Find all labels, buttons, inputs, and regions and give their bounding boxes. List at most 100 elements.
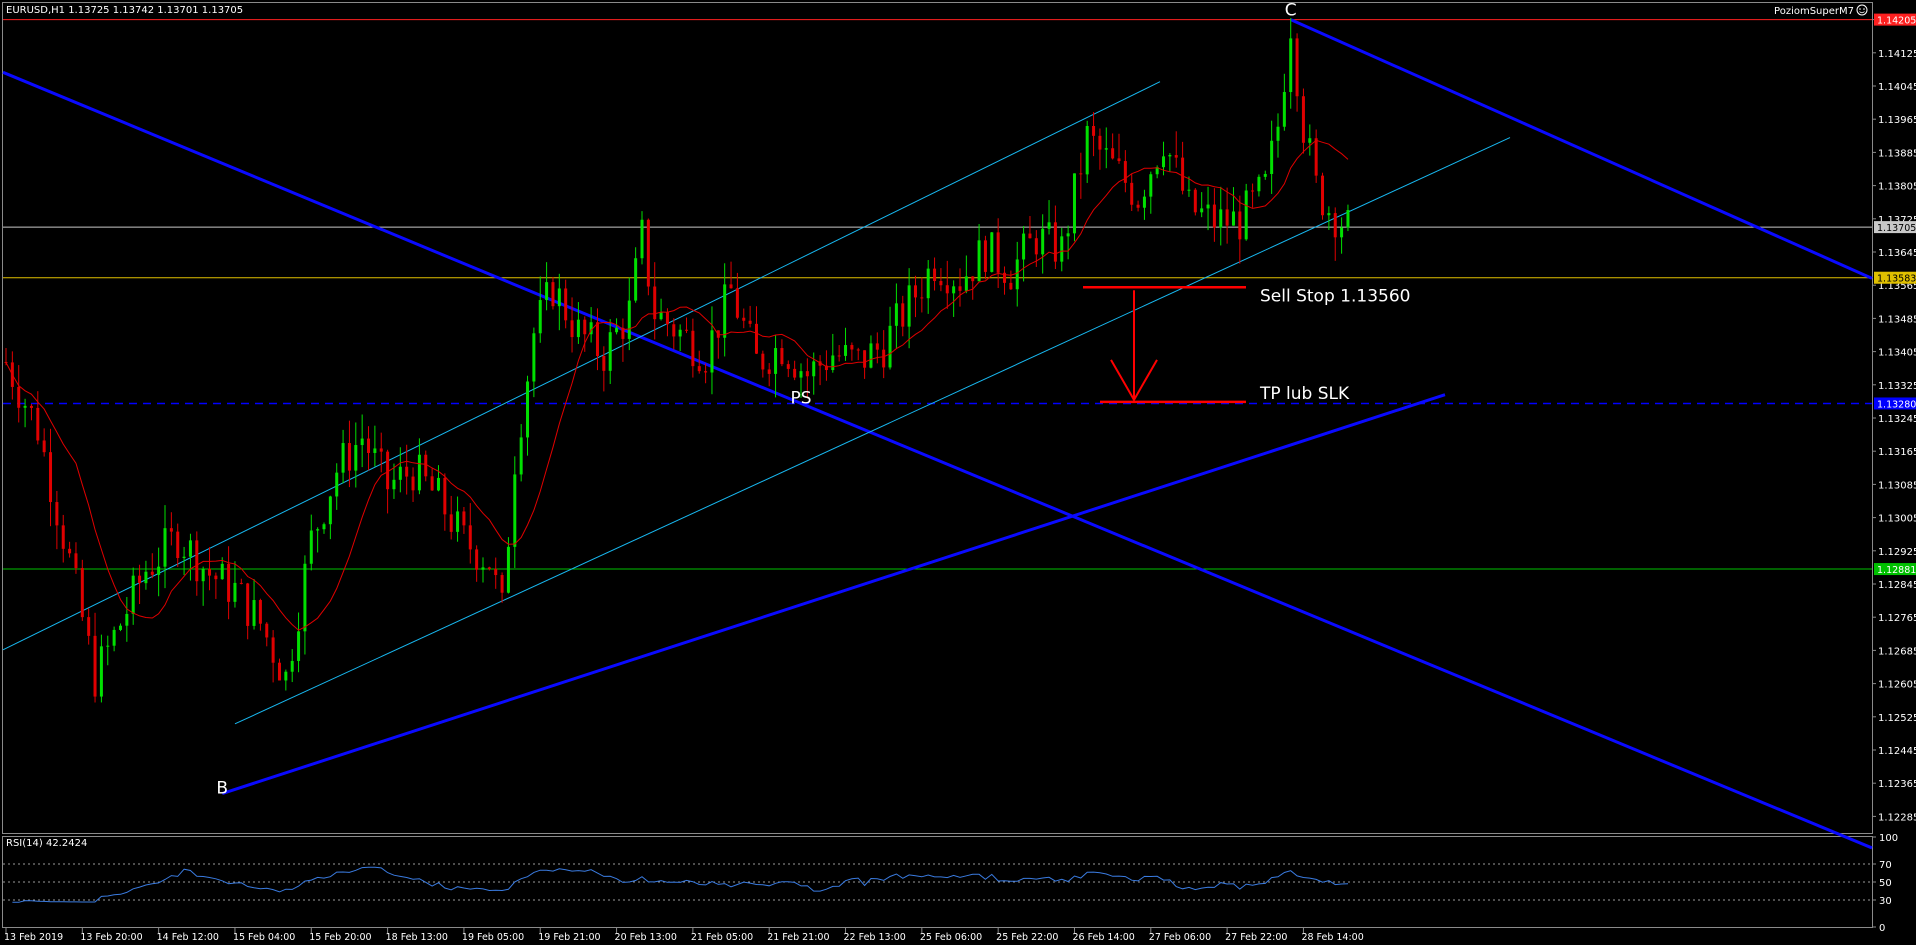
candle-body [138, 575, 142, 584]
price-tick-label: 1.12605 [1878, 680, 1916, 691]
trend-lines [2, 18, 1873, 850]
candle-body [551, 282, 555, 307]
candle-body [513, 474, 517, 547]
candle-body [1009, 282, 1013, 290]
candle-body [335, 472, 339, 497]
price-tick-label: 1.12285 [1878, 812, 1916, 823]
candle-body [646, 219, 650, 287]
candle-body [1028, 233, 1032, 239]
point-label-b: B [216, 779, 228, 799]
candle-body [347, 443, 351, 471]
candle-body [112, 629, 116, 646]
candle-body [704, 371, 708, 373]
candle-body [265, 623, 269, 638]
price-tick-label: 1.12685 [1878, 646, 1916, 657]
candle-body [468, 525, 472, 550]
time-tick-label: 15 Feb 20:00 [309, 932, 371, 943]
candle-body [583, 319, 587, 335]
candle-body [1333, 213, 1337, 238]
candle-body [106, 645, 110, 647]
candle-body [640, 219, 644, 259]
time-tick-label: 28 Feb 14:00 [1301, 932, 1363, 943]
candle-body [1187, 189, 1191, 191]
time-tick-label: 20 Feb 13:00 [615, 932, 677, 943]
candle-body [398, 466, 402, 480]
candle-body [424, 454, 428, 477]
candle-body [449, 514, 453, 532]
candle-body [863, 350, 867, 368]
candle-body [309, 530, 313, 564]
candle-body [481, 567, 485, 570]
candle-body [1238, 211, 1242, 240]
time-tick-label: 21 Feb 21:00 [767, 932, 829, 943]
time-tick-label: 26 Feb 14:00 [1072, 932, 1134, 943]
candle-body [1251, 190, 1255, 192]
candle-body [284, 671, 288, 681]
candle-body [920, 297, 924, 299]
candle-body [36, 407, 40, 441]
candle-body [1085, 125, 1089, 175]
candle-body [697, 366, 701, 372]
level-price-label: 1.13583 [1877, 274, 1916, 285]
sell-stop-label: Sell Stop 1.13560 [1260, 286, 1410, 306]
candle-body [131, 575, 135, 614]
candle-body [227, 563, 231, 602]
price-tick-label: 1.13885 [1878, 148, 1916, 159]
candle-body [996, 232, 1000, 273]
candle-body [971, 276, 975, 282]
candle-body [29, 405, 33, 408]
price-tick-label: 1.13325 [1878, 381, 1916, 392]
price-tick-label: 1.13645 [1878, 248, 1916, 259]
candle-body [341, 443, 345, 473]
price-tick-label: 1.13165 [1878, 447, 1916, 458]
candle-body [506, 546, 510, 593]
candle-body [850, 345, 854, 350]
candle-body [1072, 173, 1076, 234]
price-tick-label: 1.12845 [1878, 580, 1916, 591]
trading-chart[interactable]: C B PS Sell Stop 1.13560 TP lub SLK 100 70 50 3… [0, 0, 1916, 945]
moving-average-line [5, 139, 1349, 631]
time-tick-label: 27 Feb 06:00 [1149, 932, 1211, 943]
candle-body [169, 528, 173, 532]
moving-average [5, 139, 1349, 631]
candle-body [49, 452, 53, 503]
candle-body [475, 549, 479, 570]
candle-body [74, 553, 78, 569]
up-channel-lower-line [234, 137, 1511, 725]
candle-body [297, 631, 301, 661]
candle-body [964, 276, 968, 291]
candle-body [1289, 38, 1293, 93]
candle-body [392, 479, 396, 490]
candle-body [157, 566, 161, 575]
price-tick-label: 1.12925 [1878, 547, 1916, 558]
candle-body [1257, 176, 1261, 192]
candle-body [290, 660, 294, 672]
candle-body [1282, 92, 1286, 127]
candle-body [837, 355, 841, 357]
symbol-info: EURUSD,H1 1.13725 1.13742 1.13701 1.1370… [6, 5, 243, 16]
candle-body [233, 582, 237, 602]
candle-body [894, 303, 898, 326]
candle-body [1276, 126, 1280, 141]
candle-body [672, 324, 676, 337]
candle-body [277, 662, 281, 681]
candle-body [748, 320, 752, 324]
time-axis: 13 Feb 2019 13 Feb 20:00 14 Feb 12:00 15 Fe… [4, 928, 1364, 943]
candle-body [1270, 140, 1274, 174]
candle-body [354, 445, 358, 471]
time-tick-label: 19 Feb 21:00 [538, 932, 600, 943]
candle-body [80, 568, 84, 618]
candle-body [316, 529, 320, 531]
candle-body [659, 312, 663, 320]
candle-body [793, 368, 797, 378]
price-tick-label: 1.13965 [1878, 115, 1916, 126]
candle-body [99, 646, 103, 697]
candle-body [258, 600, 262, 624]
candle-body [500, 575, 504, 593]
candle-body [1327, 213, 1331, 216]
time-tick-label: 19 Feb 05:00 [462, 932, 524, 943]
time-tick-label: 22 Feb 13:00 [844, 932, 906, 943]
candle-body [1047, 222, 1051, 229]
rsi-tick-label: 100 [1879, 833, 1898, 844]
candle-body [1206, 204, 1210, 209]
